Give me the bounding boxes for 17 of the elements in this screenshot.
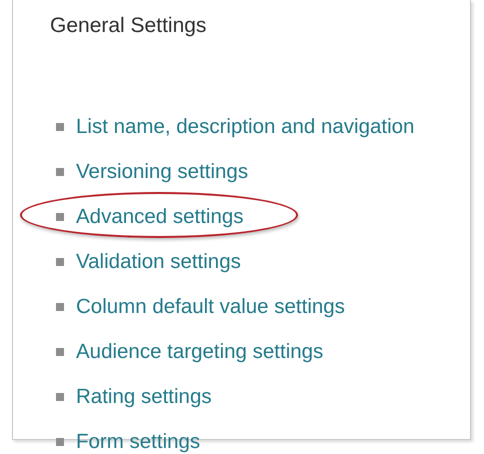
settings-link[interactable]: Column default value settings — [76, 294, 345, 318]
bullet-icon — [56, 438, 64, 446]
settings-link[interactable]: Form settings — [76, 430, 200, 454]
section-heading: General Settings — [50, 14, 208, 38]
bullet-icon — [56, 392, 64, 400]
settings-link[interactable]: Audience targeting settings — [76, 340, 324, 364]
settings-link[interactable]: Validation settings — [76, 250, 241, 274]
settings-link[interactable]: Versioning settings — [76, 160, 248, 184]
bullet-icon — [56, 258, 64, 266]
bullet-icon — [56, 212, 64, 220]
settings-link[interactable]: Advanced settings — [76, 204, 244, 228]
bullet-icon — [56, 168, 64, 176]
bullet-icon — [56, 348, 64, 356]
bullet-icon — [56, 302, 64, 310]
settings-link[interactable]: List name, description and navigation — [76, 114, 414, 138]
settings-link[interactable]: Rating settings — [76, 384, 212, 408]
bullet-icon — [56, 122, 64, 130]
